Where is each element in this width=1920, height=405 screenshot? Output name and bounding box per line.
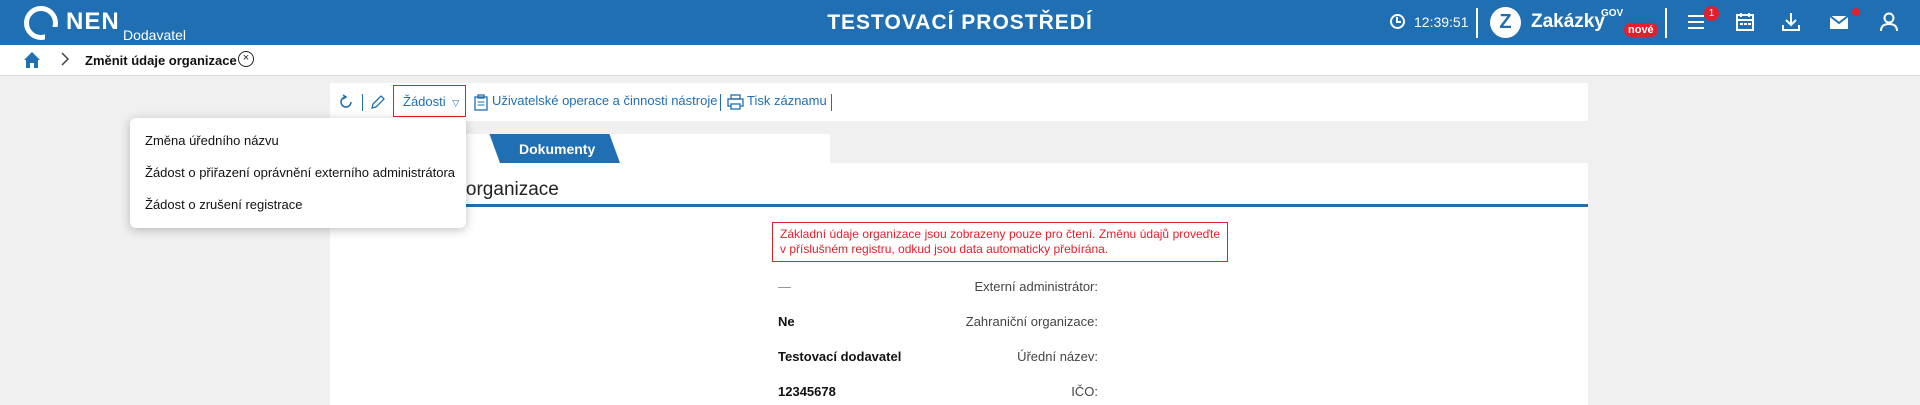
brand-name[interactable]: NEN (66, 8, 120, 36)
nen-logo-icon[interactable] (24, 6, 59, 41)
zakazky-gov-label: GOV (1601, 8, 1624, 19)
field-label: Externí administrátor: (974, 279, 1098, 294)
menu-item-assign-external-admin[interactable]: Žádost o přiřazení oprávnění externího a… (145, 165, 455, 180)
field-value: 12345678 (778, 384, 836, 399)
field-value: Ne (778, 314, 795, 329)
organization-form: ace organizace Základní údaje organizace… (330, 163, 1588, 405)
printer-icon[interactable] (727, 94, 744, 110)
toolbar-divider (720, 94, 721, 111)
mail-icon[interactable] (1828, 12, 1850, 32)
notification-badge: 1 (1704, 6, 1719, 21)
chevron-right-icon (61, 52, 70, 66)
mail-unread-dot (1852, 8, 1860, 16)
tab-organization[interactable] (430, 134, 830, 163)
zakazky-logo-icon[interactable]: Z (1490, 7, 1521, 38)
field-label: IČO: (1071, 384, 1098, 399)
field-value: Testovací dodavatel (778, 349, 902, 364)
tab-documents-label[interactable]: Dokumenty (519, 141, 595, 157)
header-divider (1665, 8, 1667, 38)
top-bar: NEN Dodavatel TESTOVACÍ PROSTŘEDÍ 12:39:… (0, 0, 1920, 45)
refresh-icon[interactable] (338, 94, 354, 110)
download-icon[interactable] (1780, 12, 1802, 32)
brand-subtitle: Dodavatel (123, 27, 187, 43)
toolbar-divider (362, 94, 363, 111)
requests-dropdown-label: Žádosti (403, 94, 446, 109)
print-record-link[interactable]: Tisk záznamu (747, 93, 827, 108)
zakazky-new-badge: nové (1624, 23, 1658, 37)
requests-dropdown-menu: Změna úředního názvu Žádost o přiřazení … (130, 118, 466, 228)
header-divider (1476, 8, 1478, 38)
edit-icon[interactable] (370, 94, 386, 110)
field-value: — (778, 279, 791, 294)
calendar-icon[interactable] (1734, 12, 1756, 32)
action-toolbar: Žádosti ▽ Uživatelské operace a činnosti… (330, 83, 1588, 121)
field-label: Úřední název: (1017, 349, 1098, 364)
user-icon[interactable] (1878, 12, 1900, 32)
toolbar-divider (831, 94, 832, 111)
section-divider (330, 204, 1588, 207)
triangle-down-icon: ▽ (452, 98, 460, 108)
close-tab-icon[interactable]: × (238, 51, 254, 67)
readonly-notice: Základní údaje organizace jsou zobrazeny… (772, 222, 1228, 262)
menu-item-cancel-registration[interactable]: Žádost o zrušení registrace (145, 197, 303, 212)
clock-icon (1390, 14, 1405, 29)
home-icon[interactable] (23, 51, 41, 69)
user-operations-link[interactable]: Uživatelské operace a činnosti nástroje (492, 93, 717, 108)
clipboard-icon[interactable] (474, 94, 488, 111)
breadcrumb: Změnit údaje organizace × (0, 45, 1920, 76)
zakazky-link[interactable]: Zakázky (1531, 11, 1605, 33)
field-label: Zahraniční organizace: (965, 314, 1098, 329)
tab-bar: ace Dokumenty (330, 121, 1588, 163)
menu-item-change-official-name[interactable]: Změna úředního názvu (145, 133, 279, 148)
requests-dropdown-button[interactable]: Žádosti ▽ (393, 85, 466, 117)
breadcrumb-current: Změnit údaje organizace (85, 53, 237, 68)
session-timer: 12:39:51 (1414, 14, 1469, 30)
